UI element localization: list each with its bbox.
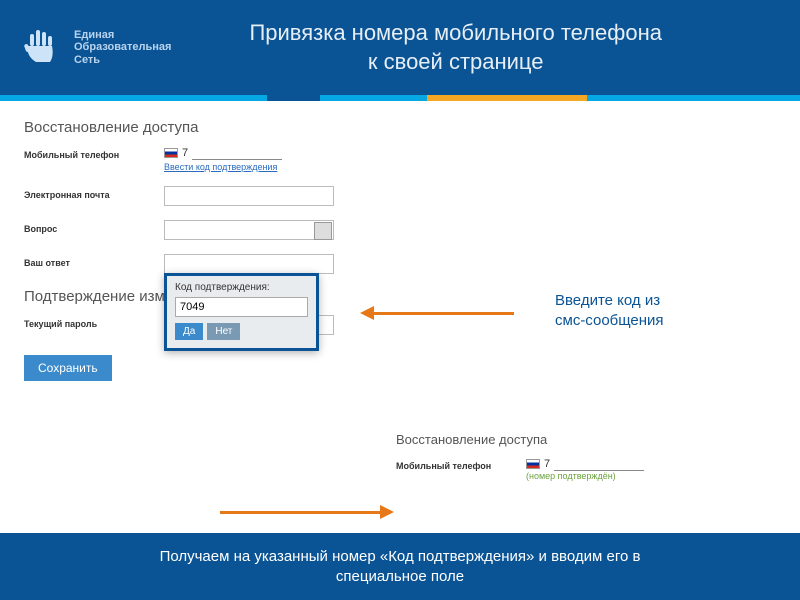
mini-phone-prefix: 7 — [544, 458, 550, 470]
phone-input[interactable] — [192, 146, 282, 160]
popup-label: Код подтверждения: — [175, 282, 308, 293]
question-row: Вопрос — [24, 220, 776, 240]
phone-label: Мобильный телефон — [24, 146, 164, 160]
email-label: Электронная почта — [24, 186, 164, 200]
callout-line2: смс-сообщения — [555, 311, 664, 331]
confirmed-text: (номер подтверждён) — [526, 471, 644, 481]
brand-text: Единая Образовательная Сеть — [74, 29, 171, 65]
arrow-icon — [220, 505, 394, 519]
answer-row: Ваш ответ — [24, 254, 776, 274]
answer-label: Ваш ответ — [24, 254, 164, 268]
title-line2: к своей странице — [171, 48, 740, 77]
callout-line1: Введите код из — [555, 291, 664, 311]
question-select[interactable] — [164, 220, 334, 240]
mini-title: Восстановление доступа — [396, 432, 776, 447]
brand-line1: Единая — [74, 29, 171, 41]
popup-yes-button[interactable]: Да — [175, 323, 203, 340]
save-button[interactable]: Сохранить — [24, 355, 112, 381]
question-label: Вопрос — [24, 220, 164, 234]
flag-ru-icon — [526, 459, 540, 469]
answer-input[interactable] — [164, 254, 334, 274]
section1-title: Восстановление доступа — [24, 119, 776, 136]
footer-text: Получаем на указанный номер «Код подтвер… — [0, 533, 800, 600]
password-label: Текущий пароль — [24, 315, 164, 329]
enter-code-link[interactable]: Ввести код подтверждения — [164, 162, 282, 172]
confirmation-code-input[interactable] — [175, 297, 308, 317]
email-row: Электронная почта — [24, 186, 776, 206]
popup-no-button[interactable]: Нет — [207, 323, 240, 340]
footer-line2: специальное поле — [336, 568, 464, 585]
confirmed-snapshot: Восстановление доступа Мобильный телефон… — [396, 432, 776, 483]
email-input[interactable] — [164, 186, 334, 206]
mini-phone-input[interactable] — [554, 457, 644, 471]
hand-icon — [20, 26, 64, 70]
phone-row: Мобильный телефон 7 Ввести код подтвержд… — [24, 146, 776, 172]
mini-phone-label: Мобильный телефон — [396, 457, 526, 471]
header: Единая Образовательная Сеть Привязка ном… — [0, 0, 800, 95]
callout-text: Введите код из смс-сообщения — [555, 291, 664, 330]
footer-line1: Получаем на указанный номер «Код подтвер… — [160, 548, 641, 565]
brand-line2: Образовательная — [74, 41, 171, 53]
logo: Единая Образовательная Сеть — [20, 26, 171, 70]
title-line1: Привязка номера мобильного телефона — [171, 19, 740, 48]
phone-prefix: 7 — [182, 147, 188, 159]
brand-line3: Сеть — [74, 54, 171, 66]
confirmation-popup: Код подтверждения: Да Нет — [164, 273, 319, 351]
flag-ru-icon — [164, 148, 178, 158]
content-area: Восстановление доступа Мобильный телефон… — [0, 101, 800, 381]
page-title: Привязка номера мобильного телефона к св… — [171, 19, 780, 76]
arrow-icon — [360, 306, 514, 320]
